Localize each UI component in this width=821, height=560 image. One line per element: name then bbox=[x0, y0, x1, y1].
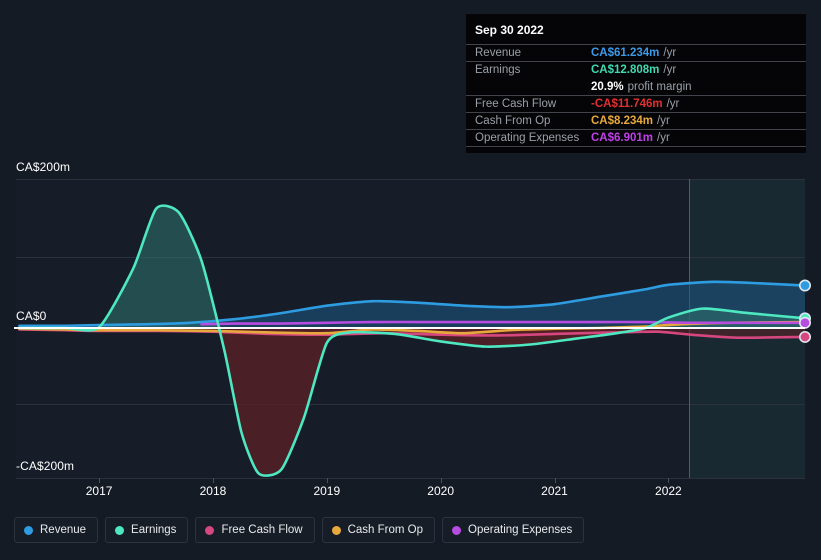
tooltip-row-value: -CA$11.746m bbox=[591, 98, 663, 110]
legend-item-label: Free Cash Flow bbox=[221, 524, 303, 536]
x-axis-tick bbox=[440, 478, 442, 483]
legend-item-label: Earnings bbox=[131, 524, 177, 536]
x-axis-label-2019: 2019 bbox=[313, 484, 341, 498]
legend-color-dot-icon bbox=[24, 525, 33, 535]
x-axis-label-2021: 2021 bbox=[541, 484, 568, 498]
x-axis-label-2018: 2018 bbox=[199, 484, 227, 498]
tooltip-row-unit: profit margin bbox=[627, 80, 692, 93]
tooltip-row-value: CA$6.901m bbox=[591, 132, 654, 144]
financial-chart-widget: CA$200m CA$0 -CA$200m 2017 2018 2019 2020 20… bbox=[0, 0, 821, 560]
x-axis-tick bbox=[668, 478, 670, 483]
tooltip-row: Cash From Op CA$8.234m/yr bbox=[466, 112, 806, 129]
legend-item-revenue[interactable]: Revenue bbox=[14, 517, 99, 543]
tooltip-row-label: Revenue bbox=[475, 47, 522, 59]
legend-color-dot-icon bbox=[452, 525, 462, 535]
chart-legend: Revenue Earnings Free Cash Flow Cash From O… bbox=[14, 517, 585, 543]
tooltip-row-label: Free Cash Flow bbox=[475, 98, 557, 110]
legend-item-operating-expenses[interactable]: Operating Expenses bbox=[442, 517, 585, 543]
y-axis-label-zero: CA$0 bbox=[16, 309, 47, 323]
legend-item-label: Cash From Op bbox=[347, 524, 424, 536]
tooltip-row-label: Operating Expenses bbox=[475, 132, 580, 144]
tooltip-bottom-divider bbox=[466, 146, 806, 154]
tooltip-row: 20.9% profit margin bbox=[466, 78, 806, 95]
legend-color-dot-icon bbox=[205, 525, 215, 535]
tooltip-row-label: Earnings bbox=[475, 64, 521, 76]
tooltip-date: Sep 30 2022 bbox=[475, 23, 544, 37]
tooltip-row-unit: /yr bbox=[663, 47, 677, 59]
legend-item-cash-from-op[interactable]: Cash From Op bbox=[321, 517, 436, 543]
zero-axis-line bbox=[48, 327, 805, 329]
zero-axis-tick bbox=[14, 327, 50, 329]
legend-color-dot-icon bbox=[331, 525, 341, 535]
y-axis-label-bottom: -CA$200m bbox=[16, 459, 75, 473]
x-axis-tick bbox=[99, 478, 101, 483]
legend-color-dot-icon bbox=[115, 525, 125, 535]
legend-item-free-cash-flow[interactable]: Free Cash Flow bbox=[195, 517, 315, 543]
x-axis-tick bbox=[212, 478, 214, 483]
tooltip-rows: Revenue CA$61.234m/yr Earnings CA$12.808m/y… bbox=[466, 44, 806, 154]
tooltip-row: Free Cash Flow -CA$11.746m/yr bbox=[466, 95, 806, 112]
legend-item-label: Operating Expenses bbox=[468, 524, 573, 536]
y-axis-label-top: CA$200m bbox=[16, 160, 71, 174]
tooltip-row: Earnings CA$12.808m/yr bbox=[466, 61, 806, 78]
tooltip-row-unit: /yr bbox=[657, 115, 670, 127]
x-axis-label-2020: 2020 bbox=[427, 484, 455, 498]
tooltip-row-unit: /yr bbox=[663, 64, 677, 76]
tooltip-row-value: 20.9% bbox=[591, 80, 624, 93]
legend-item-label: Revenue bbox=[40, 524, 87, 536]
tooltip-row-value: CA$12.808m bbox=[591, 64, 660, 76]
tooltip-row: Operating Expenses CA$6.901m/yr bbox=[466, 129, 806, 146]
legend-item-earnings[interactable]: Earnings bbox=[105, 517, 189, 543]
tooltip-row-value: CA$8.234m bbox=[591, 115, 654, 127]
x-axis-tick bbox=[326, 478, 328, 483]
tooltip-row-unit: /yr bbox=[657, 132, 670, 144]
tooltip-row-value: CA$61.234m bbox=[591, 47, 660, 59]
tooltip-row: Revenue CA$61.234m/yr bbox=[466, 44, 806, 61]
tooltip-row-label: Cash From Op bbox=[475, 115, 551, 127]
x-axis-tick bbox=[554, 478, 556, 483]
data-tooltip: Sep 30 2022 Revenue CA$61.234m/yr Earnings… bbox=[466, 14, 806, 153]
x-axis-label-2017: 2017 bbox=[85, 484, 113, 498]
tooltip-row-unit: /yr bbox=[666, 98, 680, 110]
x-axis-label-2022: 2022 bbox=[655, 484, 682, 498]
